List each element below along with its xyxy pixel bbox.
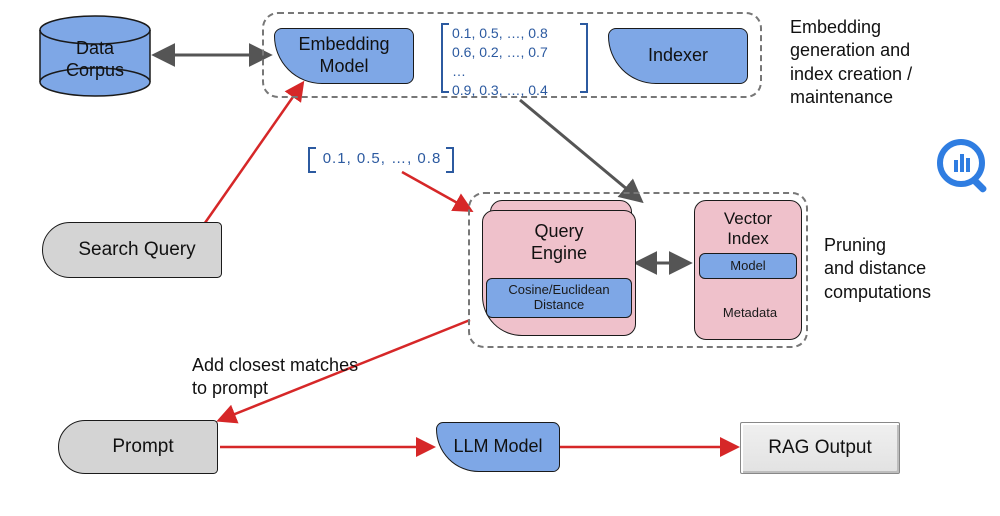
- indexer-node: Indexer: [608, 28, 748, 84]
- query-engine-node: Query Engine Cosine/Euclidean Distance: [482, 210, 636, 336]
- embedding-model-node: Embedding Model: [274, 28, 414, 84]
- vector-section-label: Pruning and distance computations: [824, 234, 994, 304]
- prompt-node: Prompt: [58, 420, 218, 474]
- query-engine-label: Query Engine: [531, 221, 587, 264]
- analytics-icon: [940, 142, 988, 194]
- embedding-section-label: Embedding generation and index creation …: [790, 16, 980, 110]
- query-vector: 0.1, 0.5, …, 0.8: [320, 150, 444, 168]
- model-label: Model: [699, 253, 797, 279]
- arrow-vector-to-query: [402, 172, 470, 210]
- embedding-matrix: 0.1, 0.5, …, 0.8 0.6, 0.2, …, 0.7 … 0.9,…: [452, 24, 582, 100]
- add-matches-label: Add closest matches to prompt: [192, 354, 412, 401]
- matrix-row-1: 0.1, 0.5, …, 0.8: [452, 24, 582, 43]
- matrix-ellipsis: …: [452, 62, 582, 81]
- llm-model-node: LLM Model: [436, 422, 560, 472]
- arrow-embeddings-to-index: [520, 100, 640, 200]
- matrix-row-2: 0.6, 0.2, …, 0.7: [452, 43, 582, 62]
- rag-output-node: RAG Output: [740, 422, 900, 474]
- cosine-distance-label: Cosine/Euclidean Distance: [486, 278, 632, 318]
- vector-index-label: Vector Index: [695, 201, 801, 253]
- search-query-node: Search Query: [42, 222, 222, 278]
- matrix-row-3: 0.9, 0.3, …, 0.4: [452, 81, 582, 100]
- data-corpus-label: Data Corpus: [40, 34, 150, 86]
- arrow-search-to-embedding: [200, 84, 302, 230]
- metadata-label: Metadata: [712, 300, 788, 326]
